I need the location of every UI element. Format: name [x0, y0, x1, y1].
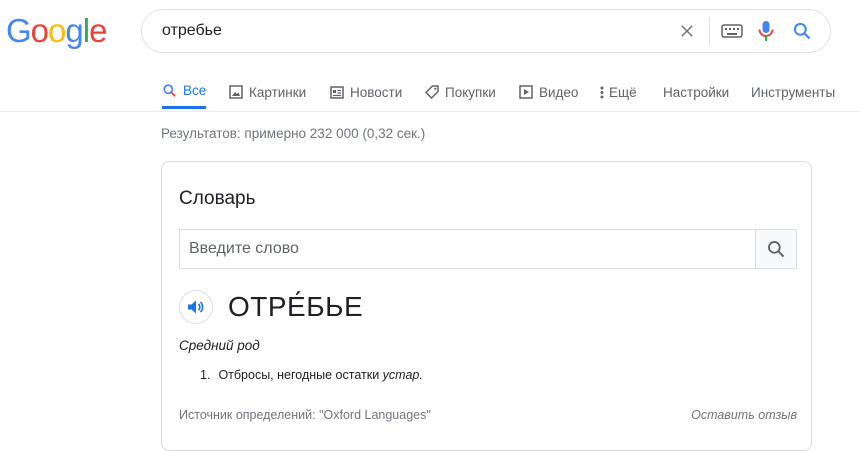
tab-shopping[interactable]: Покупки	[425, 75, 496, 109]
tag-icon	[425, 85, 439, 99]
logo-letter-o1: o	[30, 12, 49, 49]
logo-letter-g2: g	[65, 12, 83, 49]
image-icon	[229, 85, 243, 99]
tab-label: Ещё	[609, 84, 637, 100]
search-icon	[163, 84, 176, 97]
video-icon	[519, 85, 533, 99]
logo-letter-g: G	[6, 12, 32, 49]
tab-video[interactable]: Видео	[519, 75, 578, 109]
results-stats: Результатов: примерно 232 000 (0,32 сек.…	[161, 126, 426, 141]
tab-label: Картинки	[249, 84, 307, 100]
dictionary-card: Словарь ОТРЕ́БЬЕ Средний род 1. Отбросы, …	[161, 161, 812, 451]
clear-icon[interactable]	[673, 17, 701, 45]
search-icon[interactable]	[788, 17, 816, 45]
dictionary-input[interactable]	[180, 230, 755, 268]
tab-label: Видео	[539, 84, 579, 100]
pronunciation-button[interactable]	[179, 290, 213, 324]
search-icon	[768, 241, 785, 258]
definition-text: Отбросы, негодные остатки	[218, 368, 383, 382]
search-input[interactable]: отребье	[162, 22, 673, 40]
search-tabs: Все Картинки Новости Покупки Видео Ещё Н…	[0, 75, 860, 112]
tab-label: Все	[183, 83, 207, 98]
tab-label: Настройки	[663, 84, 730, 100]
google-logo[interactable]: Google	[6, 12, 107, 50]
keyboard-icon[interactable]	[718, 17, 746, 45]
search-bar[interactable]: отребье	[141, 9, 831, 53]
tab-label: Новости	[350, 84, 403, 100]
tab-label: Инструменты	[751, 84, 836, 100]
tab-news[interactable]: Новости	[330, 75, 402, 109]
tab-more[interactable]: Ещё	[600, 75, 637, 109]
definition-item: 1. Отбросы, негодные остатки устар.	[200, 368, 423, 382]
logo-letter-e: e	[89, 12, 107, 49]
dictionary-word: ОТРЕ́БЬЕ	[228, 291, 364, 322]
part-of-speech: Средний род	[179, 338, 260, 353]
definition-source: Источник определений: "Oxford Languages"	[179, 408, 431, 422]
tab-tools[interactable]: Инструменты	[751, 75, 835, 109]
news-icon	[330, 85, 344, 99]
tab-settings[interactable]: Настройки	[663, 75, 729, 109]
search-divider	[709, 17, 710, 45]
tab-images[interactable]: Картинки	[229, 75, 306, 109]
speaker-icon	[188, 300, 204, 314]
tab-label: Покупки	[445, 84, 496, 100]
definition-number: 1.	[200, 368, 211, 382]
dictionary-search	[179, 229, 797, 269]
more-vert-icon	[600, 86, 604, 98]
tab-all[interactable]: Все	[162, 75, 207, 109]
microphone-icon[interactable]	[752, 17, 780, 45]
feedback-link[interactable]: Оставить отзыв	[691, 408, 797, 422]
definition-label: устар.	[382, 368, 423, 382]
card-title: Словарь	[179, 188, 256, 209]
logo-letter-o2: o	[48, 12, 66, 49]
dictionary-search-button[interactable]	[755, 230, 796, 268]
